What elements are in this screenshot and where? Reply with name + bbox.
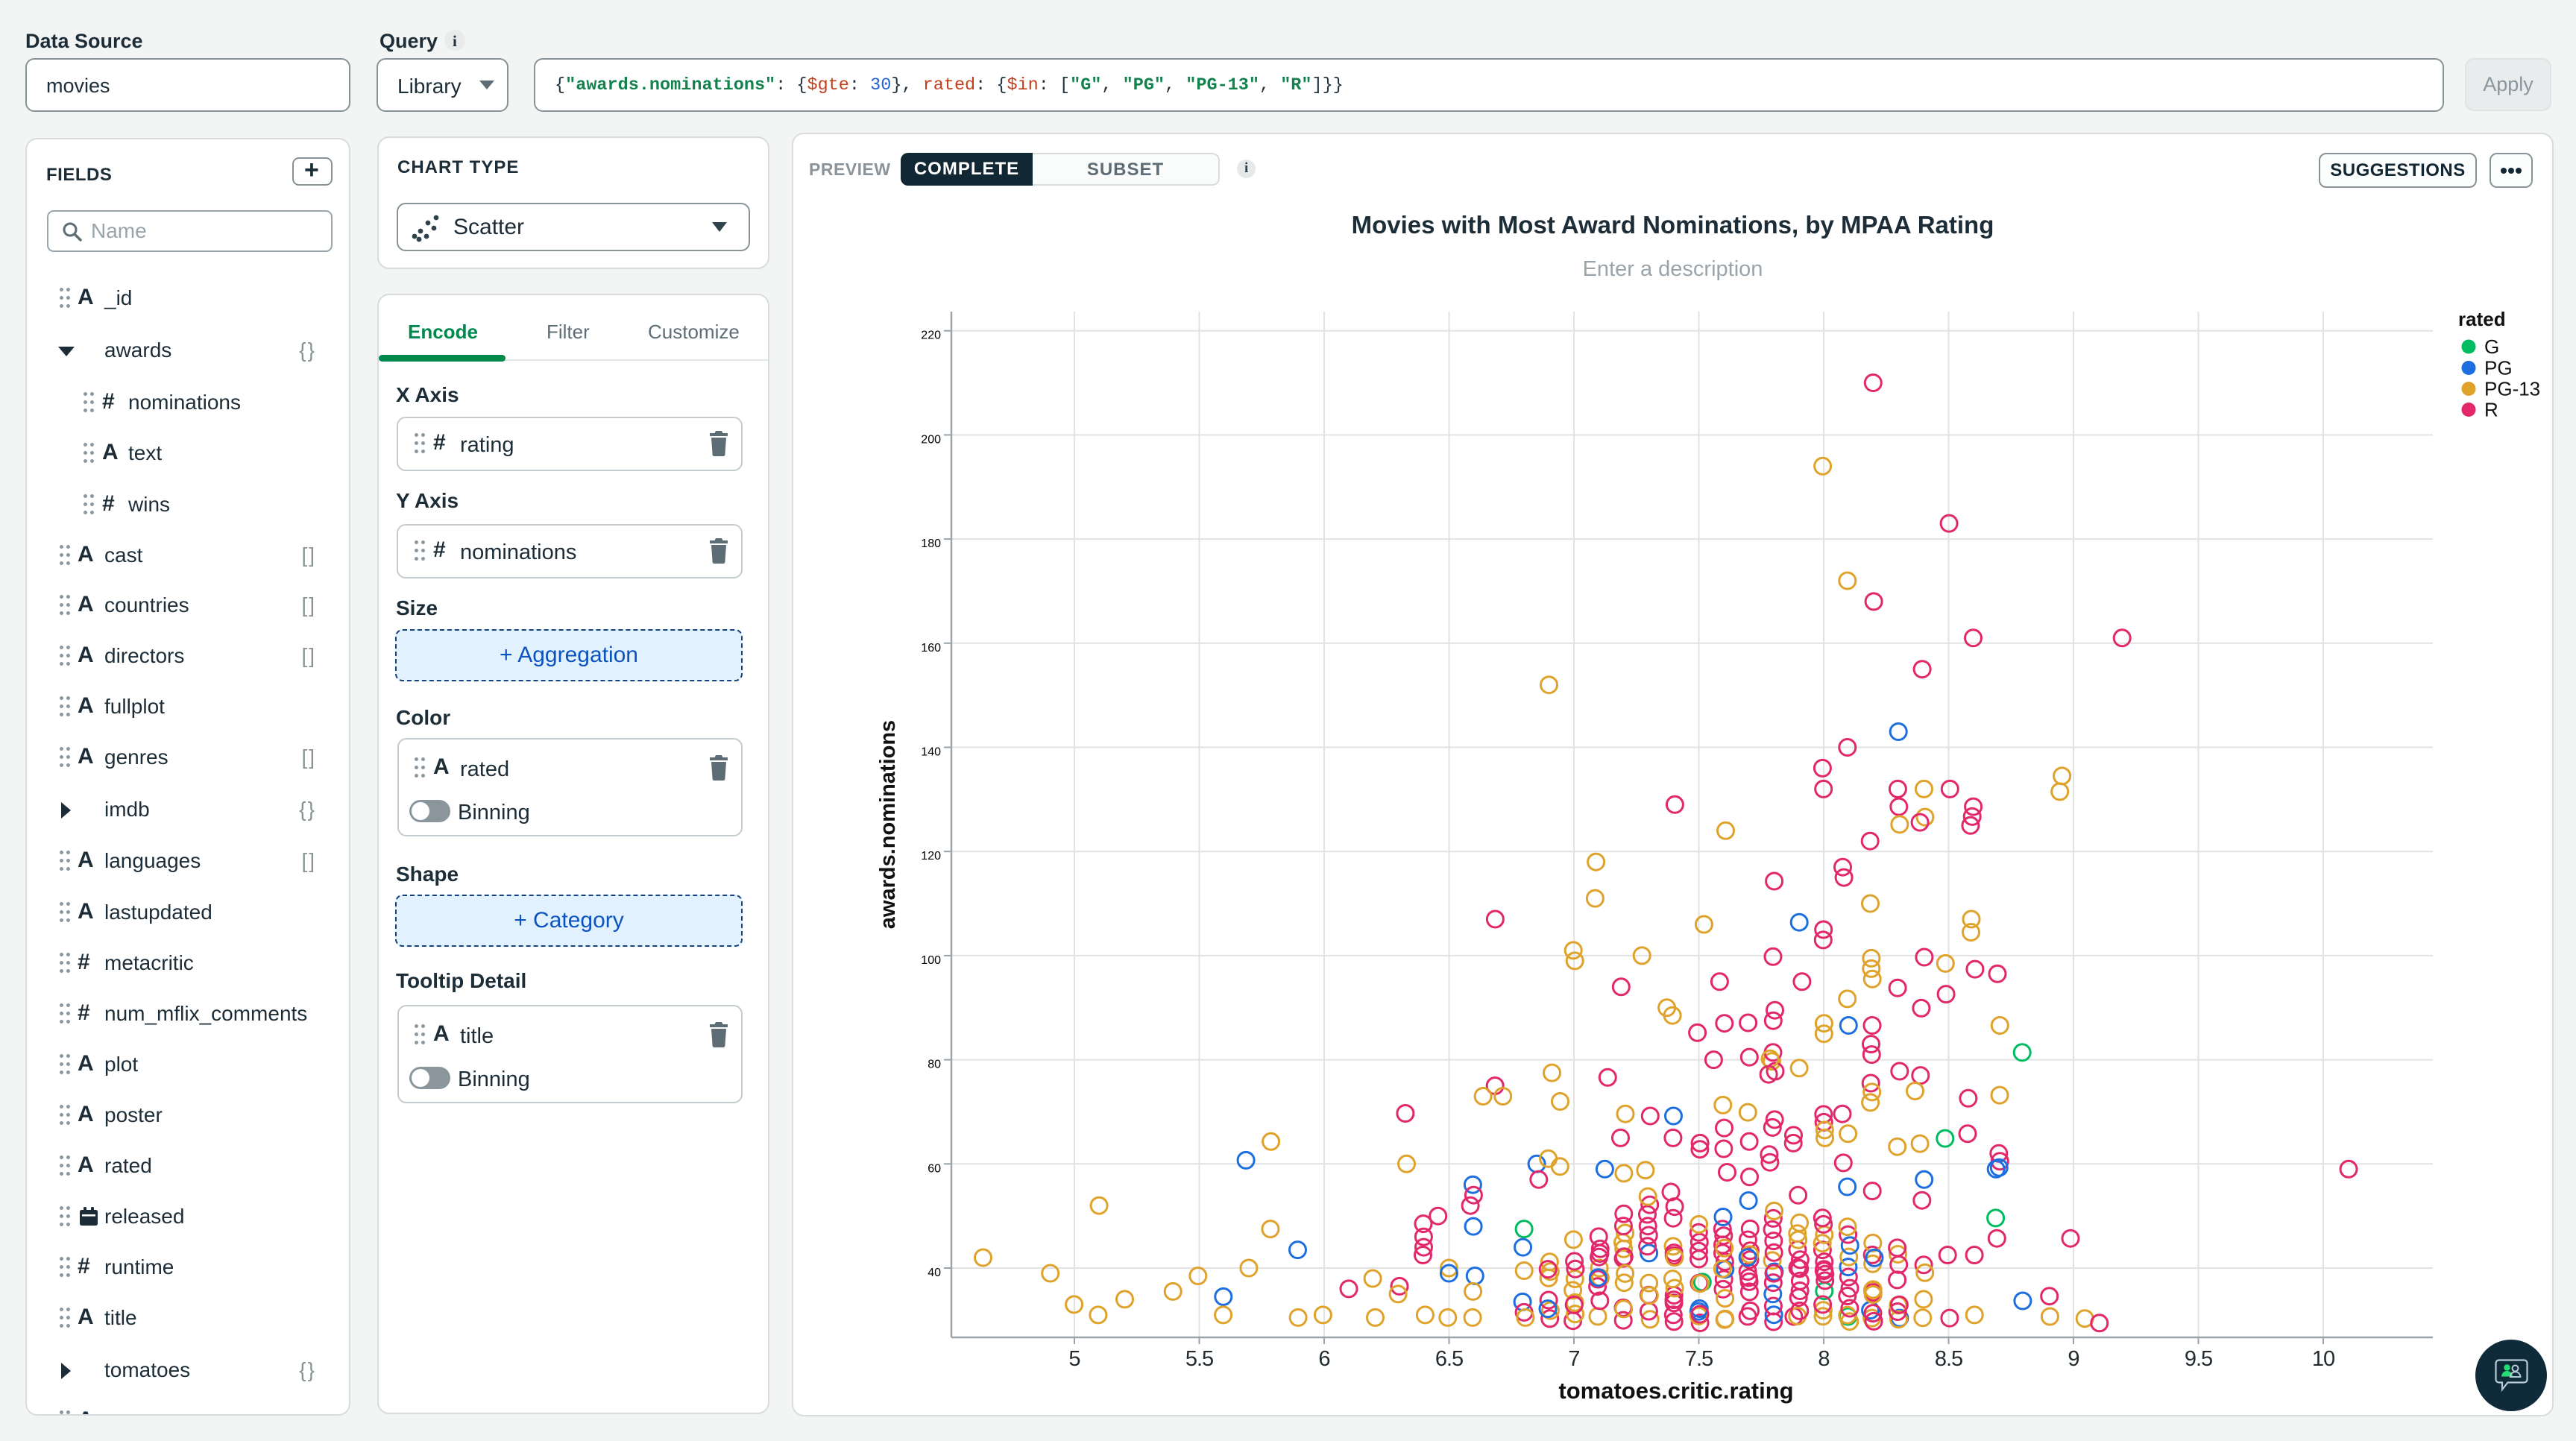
svg-text:PG: PG — [2484, 357, 2513, 379]
svg-text:140: 140 — [921, 746, 941, 759]
svg-text:awards.nominations: awards.nominations — [876, 720, 900, 929]
svg-text:160: 160 — [921, 642, 941, 655]
svg-text:9: 9 — [2068, 1347, 2079, 1371]
svg-text:5.5: 5.5 — [1185, 1347, 1213, 1371]
svg-text:9.5: 9.5 — [2185, 1347, 2212, 1371]
svg-text:6.5: 6.5 — [1435, 1347, 1463, 1371]
svg-text:6: 6 — [1318, 1347, 1329, 1371]
svg-text:40: 40 — [928, 1267, 941, 1279]
svg-text:220: 220 — [921, 329, 941, 342]
svg-text:10: 10 — [2312, 1347, 2334, 1371]
svg-text:5: 5 — [1068, 1347, 1080, 1371]
svg-text:80: 80 — [928, 1059, 941, 1071]
svg-text:8: 8 — [1818, 1347, 1829, 1371]
svg-text:60: 60 — [928, 1162, 941, 1175]
svg-text:7.5: 7.5 — [1685, 1347, 1713, 1371]
svg-text:rated: rated — [2458, 308, 2506, 330]
svg-text:120: 120 — [921, 850, 941, 863]
svg-text:tomatoes.critic.rating: tomatoes.critic.rating — [1558, 1378, 1793, 1404]
svg-text:100: 100 — [921, 954, 941, 967]
svg-text:8.5: 8.5 — [1935, 1347, 1962, 1371]
svg-text:PG-13: PG-13 — [2484, 378, 2540, 400]
svg-text:180: 180 — [921, 537, 941, 550]
svg-text:200: 200 — [921, 433, 941, 446]
svg-text:7: 7 — [1568, 1347, 1579, 1371]
svg-text:R: R — [2484, 399, 2498, 421]
svg-text:G: G — [2484, 335, 2499, 358]
